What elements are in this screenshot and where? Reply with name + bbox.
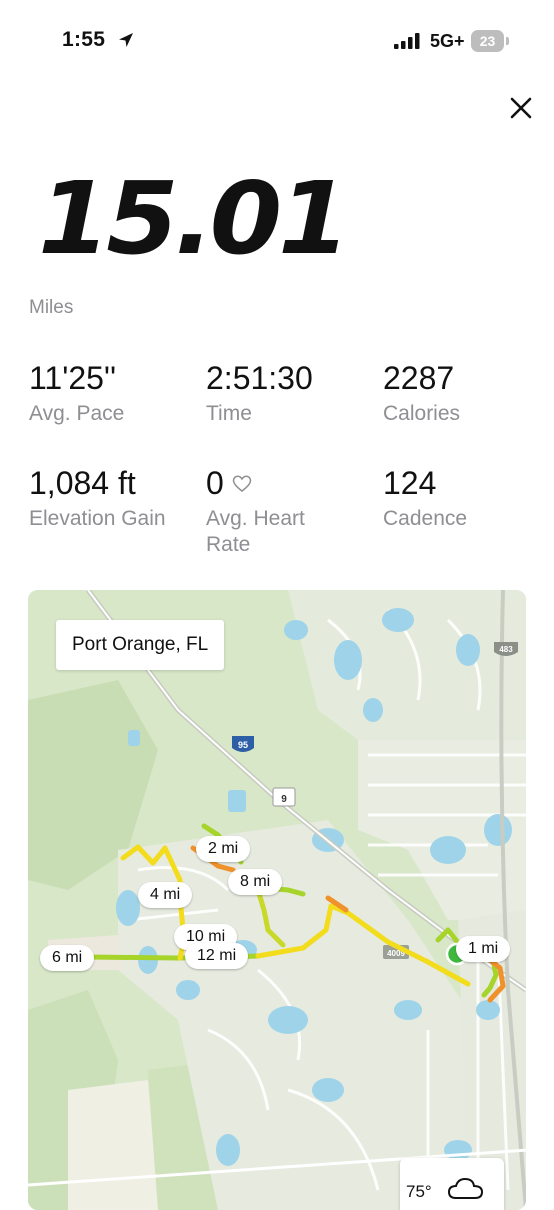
stat-calories: 2287 Calories bbox=[383, 360, 460, 427]
location-chip[interactable]: Port Orange, FL bbox=[56, 620, 225, 670]
route-map[interactable]: 95 9 483 4009 Port Orange, FL 2 mi 8 mi … bbox=[28, 590, 526, 1210]
stat-avg-pace: 11'25'' Avg. Pace bbox=[29, 360, 124, 427]
mile-marker-2: 2 mi bbox=[196, 836, 251, 862]
battery-level: 23 bbox=[479, 33, 496, 49]
stat-elevation-gain: 1,084 ft Elevation Gain bbox=[29, 465, 179, 532]
stat-label: Cadence bbox=[383, 507, 468, 530]
stat-value: 1,084 ft bbox=[29, 465, 136, 501]
status-time: 1:55 bbox=[62, 28, 106, 51]
status-bar: 1:55 5G+ 23 bbox=[0, 0, 554, 86]
location-arrow-icon bbox=[119, 33, 133, 47]
mile-marker-4: 4 mi bbox=[138, 882, 193, 908]
map-background: 95 9 483 4009 bbox=[28, 590, 526, 1210]
stat-value: 124 bbox=[383, 465, 437, 501]
close-icon[interactable] bbox=[505, 92, 537, 124]
stat-label: Calories bbox=[383, 402, 461, 425]
stat-avg-heart-rate: 0 Avg. Heart Rate bbox=[206, 465, 346, 558]
stat-cadence: 124 Cadence bbox=[383, 465, 467, 532]
stat-label: Time bbox=[206, 402, 252, 425]
svg-text:483: 483 bbox=[499, 645, 513, 654]
battery-icon: 23 bbox=[471, 30, 511, 52]
svg-text:95: 95 bbox=[238, 740, 248, 750]
weather-badge: 75° bbox=[400, 1158, 504, 1210]
route-483-shield: 483 bbox=[494, 642, 518, 656]
stat-label: Avg. Pace bbox=[29, 402, 125, 425]
mile-marker-8: 8 mi bbox=[228, 869, 283, 895]
route-9-shield: 9 bbox=[272, 787, 296, 807]
weather-temperature: 75° bbox=[406, 1182, 432, 1201]
stat-time: 2:51:30 Time bbox=[206, 360, 313, 427]
network-type: 5G+ bbox=[430, 31, 465, 51]
distance-unit: Miles bbox=[29, 297, 74, 318]
interstate-95-shield: 95 bbox=[232, 736, 254, 752]
stat-value: 0 bbox=[206, 465, 224, 501]
stat-value: 2:51:30 bbox=[206, 360, 313, 396]
distance-value: 15.01 bbox=[38, 160, 350, 277]
mile-marker-12: 12 mi bbox=[185, 943, 249, 969]
stat-label: Elevation Gain bbox=[29, 507, 166, 530]
mile-marker-1: 1 mi bbox=[456, 936, 511, 962]
cellular-signal-icon bbox=[394, 33, 420, 49]
svg-text:9: 9 bbox=[281, 794, 287, 805]
heart-outline-icon bbox=[232, 475, 252, 492]
stat-value: 11'25'' bbox=[29, 360, 117, 396]
mile-marker-6: 6 mi bbox=[40, 945, 95, 971]
stat-value: 2287 bbox=[383, 360, 455, 396]
stat-label: Avg. Heart Rate bbox=[206, 507, 305, 556]
